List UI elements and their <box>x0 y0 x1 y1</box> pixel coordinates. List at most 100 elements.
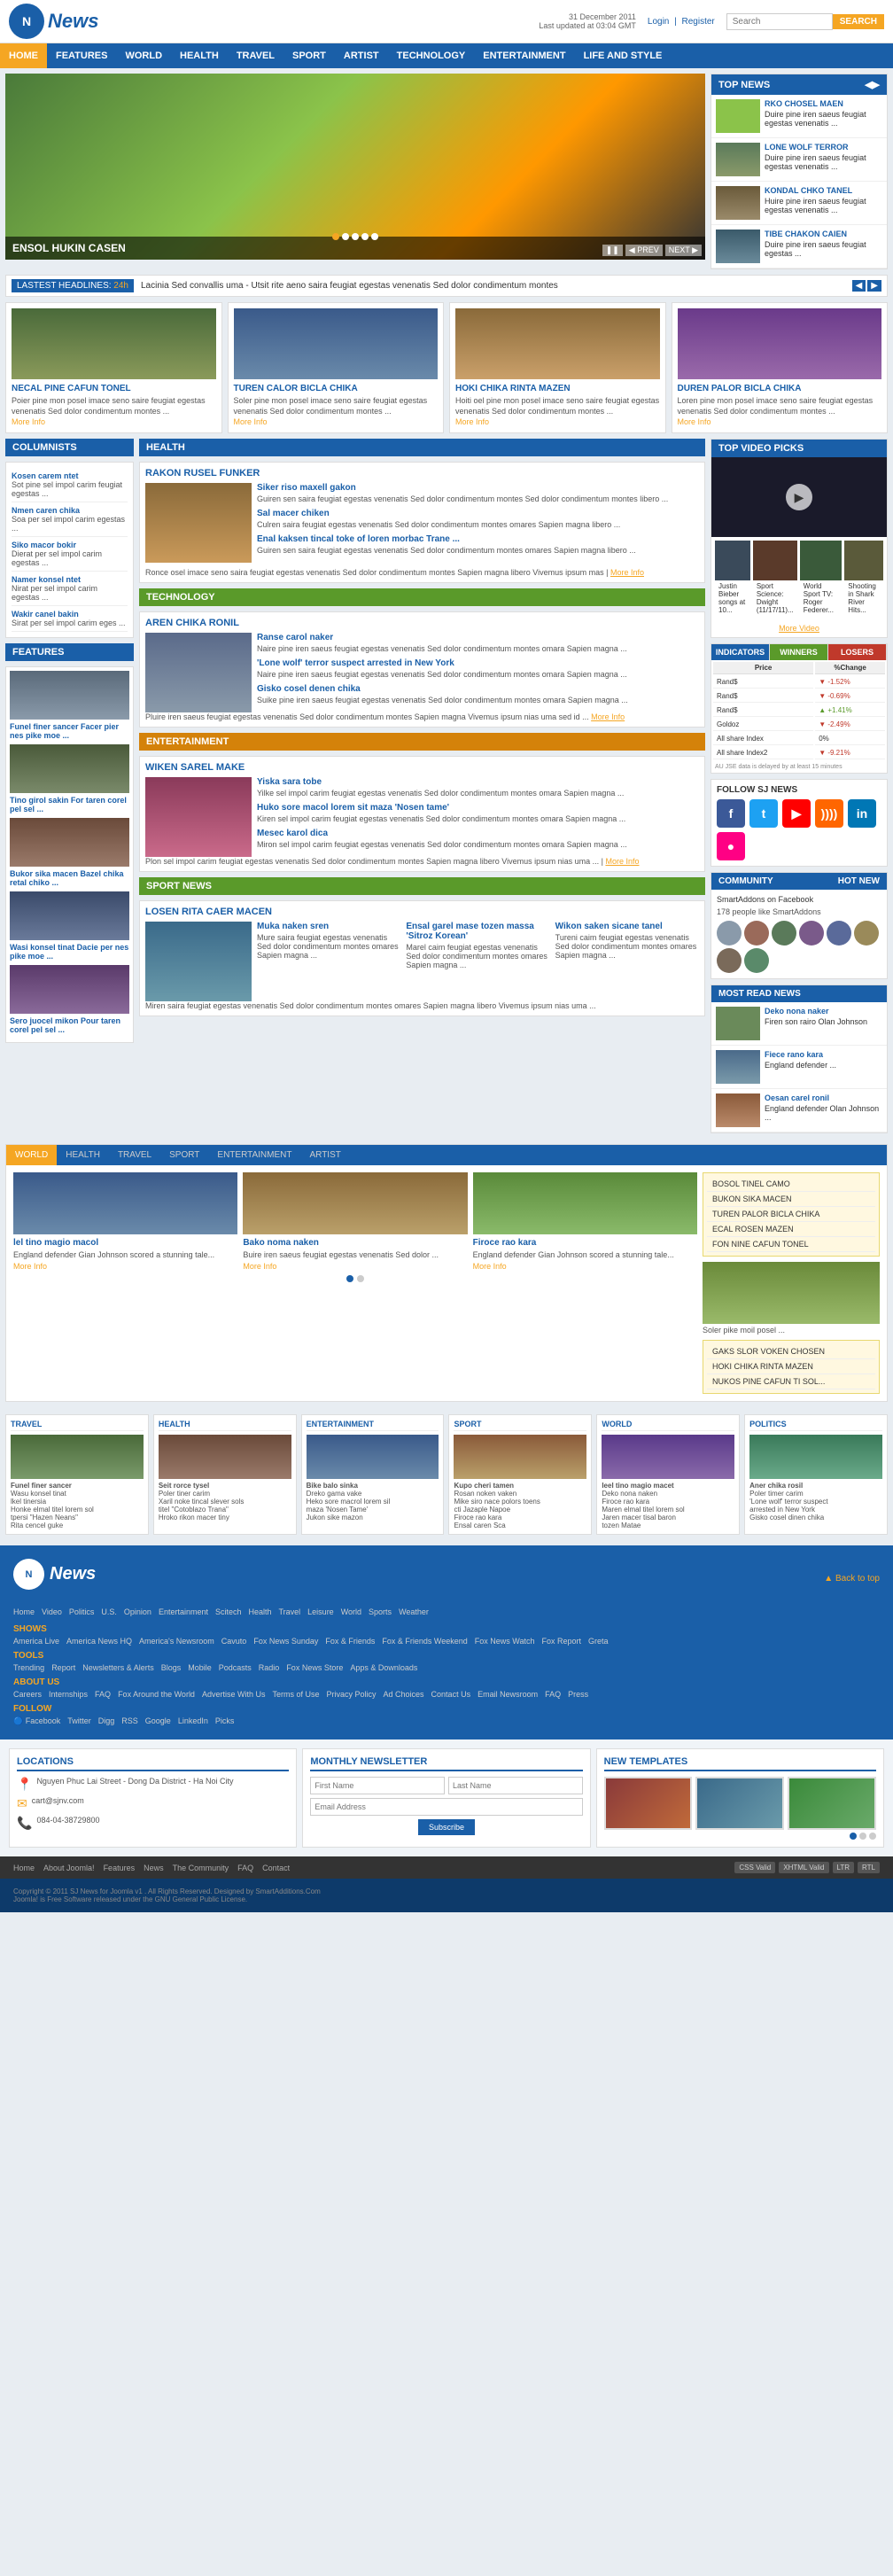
template-dot-3[interactable] <box>869 1833 876 1840</box>
play-button[interactable]: ▶ <box>786 484 812 510</box>
most-read-3[interactable]: Oesan carel ronil England defender Olan … <box>711 1089 887 1132</box>
footer-tool-3[interactable]: Newsletters & Alerts <box>82 1663 154 1672</box>
template-dot-2[interactable] <box>859 1833 866 1840</box>
footer-tool-6[interactable]: Podcasts <box>219 1663 252 1672</box>
footer-show-10[interactable]: Greta <box>588 1637 609 1646</box>
newsletter-subscribe-btn[interactable]: Subscribe <box>418 1819 475 1835</box>
vb-link-contact[interactable]: Contact <box>262 1864 290 1872</box>
vb-link-news[interactable]: News <box>144 1864 164 1872</box>
footer-show-7[interactable]: Fox & Friends Weekend <box>382 1637 467 1646</box>
footer-show-1[interactable]: America Live <box>13 1637 59 1646</box>
footer-follow-rss[interactable]: RSS <box>121 1716 138 1726</box>
footer-about-1[interactable]: Careers <box>13 1690 42 1699</box>
footer-link-leisure[interactable]: Leisure <box>307 1607 334 1616</box>
losers-tab[interactable]: LOSERS <box>828 644 887 660</box>
flickr-icon[interactable]: ● <box>717 832 745 860</box>
footer-link-politics[interactable]: Politics <box>69 1607 95 1616</box>
footer-tool-8[interactable]: Fox News Store <box>286 1663 343 1672</box>
template-1[interactable] <box>604 1777 693 1830</box>
yellow-item-5[interactable]: FON NINE CAFUN TONEL <box>707 1237 875 1252</box>
tab-card-more-1[interactable]: More Info <box>13 1262 47 1271</box>
nav-world[interactable]: WORLD <box>116 43 171 68</box>
footer-follow-digg[interactable]: Digg <box>98 1716 115 1726</box>
tab-artist[interactable]: ARTIST <box>300 1145 349 1165</box>
footer-follow-fb[interactable]: 🔵 Facebook <box>13 1716 60 1726</box>
login-link[interactable]: Login <box>648 17 669 27</box>
top-news-item-3[interactable]: KONDAL CHKO TANEL Huire pine iren saeus … <box>711 182 887 225</box>
footer-link-health[interactable]: Health <box>248 1607 271 1616</box>
footer-show-8[interactable]: Fox News Watch <box>475 1637 535 1646</box>
nav-features[interactable]: FEATURES <box>47 43 116 68</box>
template-dot-1[interactable] <box>850 1833 857 1840</box>
footer-link-video[interactable]: Video <box>42 1607 62 1616</box>
search-input[interactable] <box>726 13 833 30</box>
back-to-top-link[interactable]: ▲ Back to top <box>824 1574 880 1584</box>
health-more-link[interactable]: More Info <box>610 568 644 577</box>
most-read-1[interactable]: Deko nona naker Firen son rairo Olan Joh… <box>711 1002 887 1046</box>
video-thumb-3[interactable]: World Sport TV: Roger Federer... <box>800 541 843 616</box>
footer-show-2[interactable]: America News HQ <box>66 1637 132 1646</box>
footer-about-11[interactable]: FAQ <box>545 1690 561 1699</box>
footer-link-travel[interactable]: Travel <box>279 1607 301 1616</box>
nav-artist[interactable]: ARTIST <box>335 43 388 68</box>
footer-tool-4[interactable]: Blogs <box>161 1663 182 1672</box>
footer-link-weather[interactable]: Weather <box>399 1607 429 1616</box>
prev-btn[interactable]: ◀ PREV <box>625 245 663 256</box>
footer-show-5[interactable]: Fox News Sunday <box>253 1637 318 1646</box>
footer-about-8[interactable]: Ad Choices <box>384 1690 424 1699</box>
slider-dot-4[interactable] <box>361 233 369 240</box>
footer-link-sports[interactable]: Sports <box>369 1607 392 1616</box>
linkedin-icon[interactable]: in <box>848 799 876 828</box>
tab-entertainment[interactable]: ENTERTAINMENT <box>208 1145 300 1165</box>
search-button[interactable]: SEARCH <box>833 14 884 29</box>
footer-link-us[interactable]: U.S. <box>101 1607 117 1616</box>
video-thumb-4[interactable]: Shooting in Shark River Hits... <box>844 541 883 616</box>
pause-btn[interactable]: ❚❚ <box>602 245 623 256</box>
yellow-item-4[interactable]: ECAL ROSEN MAZEN <box>707 1222 875 1237</box>
headlines-prev[interactable]: ◀ <box>852 280 866 292</box>
article-more-3[interactable]: More Info <box>455 417 489 426</box>
yellow-item-7[interactable]: HOKI CHIKA RINTA MAZEN <box>707 1359 875 1374</box>
slider-dot-5[interactable] <box>371 233 378 240</box>
facebook-icon[interactable]: f <box>717 799 745 828</box>
tab-dot-2[interactable] <box>357 1275 364 1282</box>
ent-more-link[interactable]: More Info <box>605 857 639 866</box>
top-news-item-1[interactable]: RKO CHOSEL MAEN Duire pine iren saeus fe… <box>711 95 887 138</box>
video-thumb-1[interactable]: Justin Bieber songs at 10... <box>715 541 750 616</box>
footer-show-4[interactable]: Cavuto <box>221 1637 247 1646</box>
youtube-icon[interactable]: ▶ <box>782 799 811 828</box>
yellow-item-8[interactable]: NUKOS PINE CAFUN TI SOL... <box>707 1374 875 1389</box>
vb-link-about[interactable]: About Joomla! <box>43 1864 95 1872</box>
tab-travel[interactable]: TRAVEL <box>109 1145 160 1165</box>
footer-tool-2[interactable]: Report <box>51 1663 75 1672</box>
footer-about-4[interactable]: Fox Around the World <box>118 1690 195 1699</box>
footer-tool-7[interactable]: Radio <box>259 1663 280 1672</box>
footer-about-12[interactable]: Press <box>568 1690 588 1699</box>
footer-about-9[interactable]: Contact Us <box>431 1690 471 1699</box>
nav-health[interactable]: HEALTH <box>171 43 228 68</box>
winners-tab[interactable]: WINNERS <box>770 644 828 660</box>
more-video-link[interactable]: More Video <box>779 624 819 633</box>
footer-follow-picks[interactable]: Picks <box>215 1716 235 1726</box>
newsletter-lastname[interactable] <box>448 1777 583 1794</box>
footer-tool-1[interactable]: Trending <box>13 1663 44 1672</box>
tab-card-more-3[interactable]: More Info <box>473 1262 507 1271</box>
nav-home[interactable]: HOME <box>0 43 47 68</box>
tab-world[interactable]: WORLD <box>6 1145 57 1165</box>
footer-about-5[interactable]: Advertise With Us <box>202 1690 266 1699</box>
slider-dot-2[interactable] <box>342 233 349 240</box>
footer-about-3[interactable]: FAQ <box>95 1690 111 1699</box>
tab-dot-1[interactable] <box>346 1275 353 1282</box>
yellow-item-3[interactable]: TUREN PALOR BICLA CHIKA <box>707 1207 875 1222</box>
footer-tool-9[interactable]: Apps & Downloads <box>350 1663 417 1672</box>
tab-sport[interactable]: SPORT <box>160 1145 208 1165</box>
next-btn[interactable]: NEXT ▶ <box>665 245 702 256</box>
tab-health[interactable]: HEALTH <box>57 1145 109 1165</box>
nav-technology[interactable]: TECHNOLOGY <box>388 43 475 68</box>
top-news-item-2[interactable]: LONE WOLF TERROR Duire pine iren saeus f… <box>711 138 887 182</box>
article-more-2[interactable]: More Info <box>234 417 268 426</box>
footer-show-9[interactable]: Fox Report <box>541 1637 581 1646</box>
footer-about-2[interactable]: Internships <box>49 1690 88 1699</box>
tab-card-more-2[interactable]: More Info <box>243 1262 276 1271</box>
footer-follow-tw[interactable]: Twitter <box>67 1716 91 1726</box>
